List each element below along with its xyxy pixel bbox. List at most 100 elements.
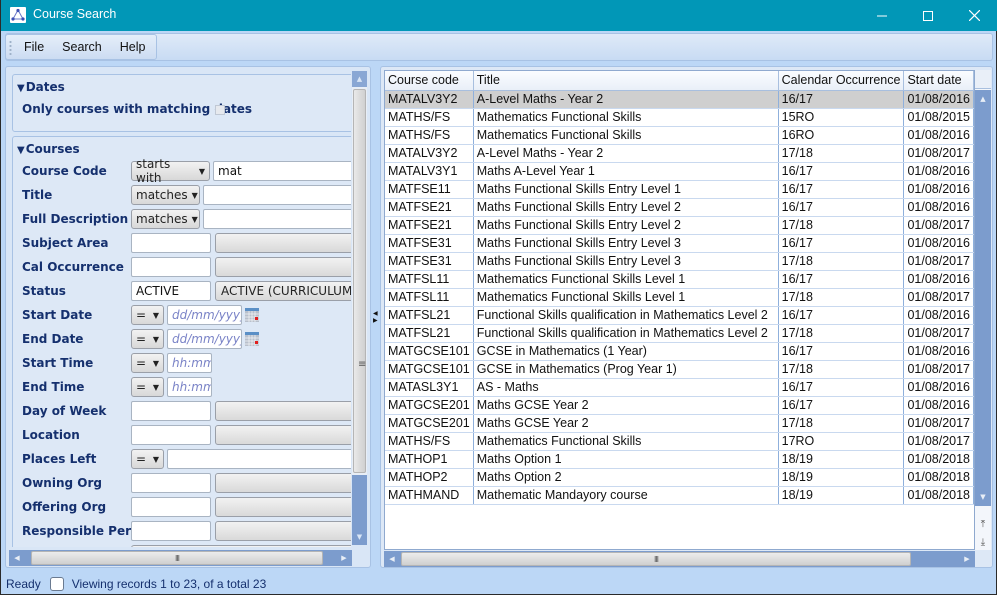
title-operator-dropdown[interactable]: matches ▼: [131, 185, 200, 205]
start-date-operator-dropdown[interactable]: = ▼: [131, 305, 164, 325]
menu-help[interactable]: Help: [118, 38, 148, 56]
start-time-input[interactable]: hh:mm: [167, 353, 212, 373]
results-scroll-track[interactable]: [975, 90, 991, 506]
end-date-input[interactable]: dd/mm/yyyy: [167, 329, 242, 349]
table-row[interactable]: MATFSL21 Functional Skills qualification …: [385, 306, 974, 325]
scroll-right-arrow-icon[interactable]: ▶: [336, 550, 352, 566]
full-description-input[interactable]: [203, 209, 351, 229]
end-date-operator-dropdown[interactable]: = ▼: [131, 329, 164, 349]
results-hscroll-thumb[interactable]: III: [401, 552, 911, 566]
table-row[interactable]: MATFSL21 Functional Skills qualification …: [385, 324, 974, 343]
scroll-down-arrow-icon[interactable]: ▼: [352, 475, 367, 545]
table-row[interactable]: MATFSL11 Mathematics Functional Skills Le…: [385, 288, 974, 307]
subject-area-code-input[interactable]: [131, 233, 211, 253]
calendar-icon[interactable]: [245, 332, 259, 346]
table-row[interactable]: MATALV3Y2 A-Level Maths - Year 2 17/18 01/0…: [385, 144, 974, 163]
cell-calendar-occurrence: 16/17: [778, 90, 905, 109]
subject-area-lookup-button[interactable]: [215, 233, 351, 253]
calendar-icon[interactable]: [245, 308, 259, 322]
criteria-scroll-thumb[interactable]: [353, 89, 366, 473]
title-input[interactable]: [203, 185, 351, 205]
cell-course-code: MATFSL21: [385, 306, 474, 325]
dates-group: ▼Dates Only courses with matching dates: [12, 74, 351, 132]
panel-splitter[interactable]: ◀ ▶: [372, 66, 380, 568]
course-code-input[interactable]: mat: [213, 161, 351, 181]
start-date-input[interactable]: dd/mm/yyyy: [167, 305, 242, 325]
menu-search[interactable]: Search: [60, 38, 104, 56]
scroll-left-arrow-icon[interactable]: ◀: [384, 551, 400, 567]
close-button[interactable]: [951, 0, 997, 31]
status-lookup-button[interactable]: ACTIVE (CURRICULUM): [215, 281, 351, 301]
responsible-person-code-input[interactable]: [131, 521, 211, 541]
table-row[interactable]: MATFSE31 Maths Functional Skills Entry Le…: [385, 234, 974, 253]
owning-org-code-input[interactable]: [131, 473, 211, 493]
table-row[interactable]: MATGCSE101 GCSE in Mathematics (Prog Year…: [385, 360, 974, 379]
cell-start-date: 01/08/2017: [903, 432, 974, 451]
criteria-hscroll-thumb[interactable]: III: [31, 551, 323, 565]
column-header-title[interactable]: Title: [473, 71, 779, 91]
table-row[interactable]: MATHS/FS Mathematics Functional Skills 15R…: [385, 108, 974, 127]
table-row[interactable]: MATFSL11 Mathematics Functional Skills Le…: [385, 270, 974, 289]
course-code-operator-dropdown[interactable]: starts with ▼: [131, 157, 210, 185]
table-row[interactable]: MATHOP2 Maths Option 2 18/19 01/08/2018: [385, 468, 974, 487]
cell-course-code: MATHOP1: [385, 450, 474, 469]
results-horizontal-scrollbar[interactable]: ◀ III ▶: [384, 551, 975, 567]
table-row[interactable]: MATALV3Y1 Maths A-Level Year 1 16/17 01/08/…: [385, 162, 974, 181]
scroll-down-arrow-icon[interactable]: ▼: [975, 490, 991, 504]
start-time-operator-dropdown[interactable]: = ▼: [131, 353, 164, 373]
cal-occurrence-lookup-button[interactable]: [215, 257, 351, 277]
table-row[interactable]: MATGCSE201 Maths GCSE Year 2 17/18 01/08/20…: [385, 414, 974, 433]
scroll-up-arrow-icon[interactable]: ▲: [975, 92, 991, 106]
table-row[interactable]: MATALV3Y2 A-Level Maths - Year 2 16/17 01/0…: [385, 90, 974, 109]
table-row[interactable]: MATASL3Y1 AS - Maths 16/17 01/08/2016: [385, 378, 974, 397]
subject-area-label: Subject Area: [22, 236, 109, 250]
only-matching-dates-checkbox[interactable]: [215, 105, 225, 115]
table-row[interactable]: MATHMAND Mathematic Mandayory course 18/19…: [385, 486, 974, 505]
full-description-operator-dropdown[interactable]: matches ▼: [131, 209, 200, 229]
minimize-button[interactable]: [859, 0, 905, 31]
criteria-vertical-scrollbar[interactable]: ▲ ▼: [352, 71, 367, 545]
offering-org-code-input[interactable]: [131, 497, 211, 517]
table-row[interactable]: MATHS/FS Mathematics Functional Skills 16R…: [385, 126, 974, 145]
scroll-up-arrow-icon[interactable]: ▲: [352, 71, 367, 87]
results-vertical-scrollbar[interactable]: ▲ ▼ ⤒ ⤓: [975, 70, 991, 550]
places-left-input[interactable]: [167, 449, 351, 469]
end-time-operator-dropdown[interactable]: = ▼: [131, 377, 164, 397]
menu-file[interactable]: File: [22, 38, 46, 56]
scroll-to-last-icon[interactable]: ⤓: [975, 533, 991, 551]
scroll-right-arrow-icon[interactable]: ▶: [959, 551, 975, 567]
offering-org-lookup-button[interactable]: [215, 497, 351, 517]
responsible-person-lookup-button[interactable]: [215, 521, 351, 541]
criteria-horizontal-scrollbar[interactable]: ◀ III ▶: [9, 550, 352, 566]
location-code-input[interactable]: [131, 425, 211, 445]
day-of-week-code-input[interactable]: [131, 401, 211, 421]
status-code-input[interactable]: ACTIVE: [131, 281, 211, 301]
courses-group-header[interactable]: ▼Courses: [17, 142, 80, 156]
table-row[interactable]: MATFSE21 Maths Functional Skills Entry Le…: [385, 216, 974, 235]
table-row[interactable]: MATFSE21 Maths Functional Skills Entry Le…: [385, 198, 974, 217]
status-checkbox[interactable]: [49, 576, 64, 591]
table-row[interactable]: MATFSE11 Maths Functional Skills Entry Le…: [385, 180, 974, 199]
scroll-left-arrow-icon[interactable]: ◀: [9, 550, 25, 566]
maximize-button[interactable]: [905, 0, 951, 31]
column-header-course-code[interactable]: Course code: [385, 71, 474, 91]
results-grid: Course code Title Calendar Occurrence St…: [384, 70, 975, 550]
menu-grip-icon[interactable]: [9, 40, 12, 56]
cal-occurrence-code-input[interactable]: [131, 257, 211, 277]
end-time-input[interactable]: hh:mm: [167, 377, 212, 397]
location-lookup-button[interactable]: [215, 425, 351, 445]
table-row[interactable]: MATHOP1 Maths Option 1 18/19 01/08/2018: [385, 450, 974, 469]
table-row[interactable]: MATGCSE101 GCSE in Mathematics (1 Year) 16…: [385, 342, 974, 361]
table-row[interactable]: MATFSE31 Maths Functional Skills Entry Le…: [385, 252, 974, 271]
table-row[interactable]: MATHS/FS Mathematics Functional Skills 17R…: [385, 432, 974, 451]
places-left-operator-dropdown[interactable]: = ▼: [131, 449, 164, 469]
dates-group-header[interactable]: ▼Dates: [17, 80, 65, 94]
column-header-start-date[interactable]: Start date: [903, 71, 974, 91]
day-of-week-lookup-button[interactable]: [215, 401, 351, 421]
table-row[interactable]: MATGCSE201 Maths GCSE Year 2 16/17 01/08/20…: [385, 396, 974, 415]
column-header-calendar-occurrence[interactable]: Calendar Occurrence: [778, 71, 905, 91]
partially-hidden-field[interactable]: [131, 545, 351, 547]
owning-org-lookup-button[interactable]: [215, 473, 351, 493]
splitter-arrows-icon[interactable]: ◀ ▶: [373, 310, 378, 324]
scroll-to-first-icon[interactable]: ⤒: [975, 515, 991, 533]
